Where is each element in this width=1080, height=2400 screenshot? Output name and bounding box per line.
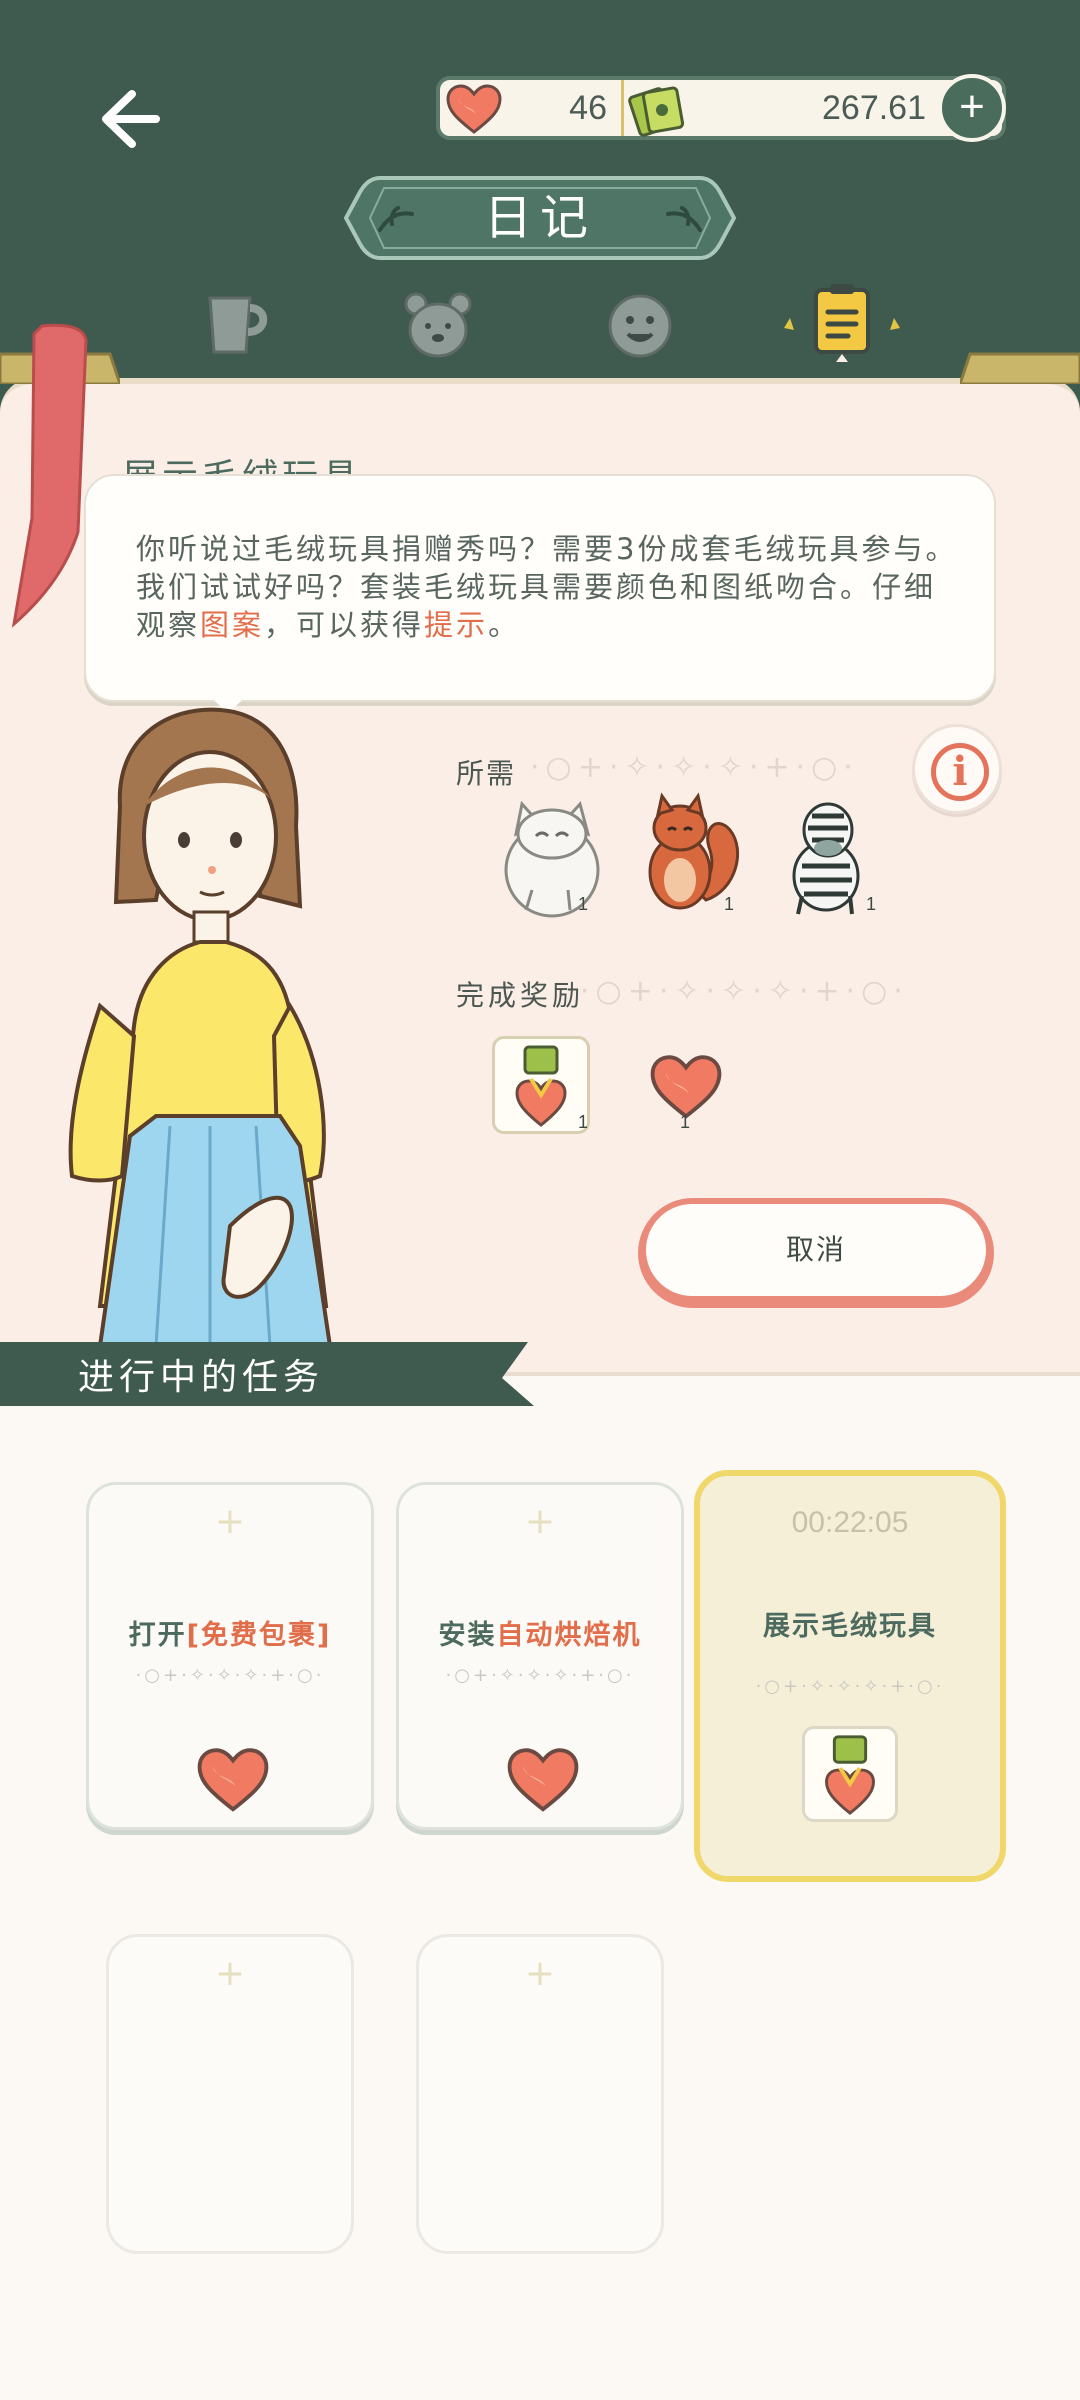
- card-ornament: +: [524, 1953, 556, 1994]
- card-label-prefix: 打开: [128, 1620, 187, 1651]
- item-qty: 1: [578, 894, 589, 914]
- info-button[interactable]: i: [912, 724, 1002, 814]
- card-label: 安装自动烘焙机: [399, 1613, 681, 1652]
- character-girl: [68, 707, 333, 1346]
- cancel-button[interactable]: 取消: [638, 1198, 994, 1308]
- card-ornament: +: [214, 1501, 246, 1542]
- tab-bar: [0, 280, 1080, 362]
- card-ornament: +: [214, 1953, 246, 1994]
- required-label: 所需: [456, 757, 517, 790]
- sparkle-divider: ·○+·✧·✧·✧·+·○·: [580, 974, 909, 1009]
- heart-icon: [446, 84, 502, 134]
- card-label-highlight: [免费包裹]: [186, 1620, 332, 1651]
- task-card[interactable]: + 打开[免费包裹] ·○+·✧·✧·✧·+·○·: [86, 1482, 374, 1830]
- task-description: 你听说过毛绒玩具捐赠秀吗？需要3份成套毛绒玩具参与。我们试试好吗？套装毛绒玩具需…: [136, 530, 966, 644]
- desc-highlight-hint: 提示: [424, 608, 489, 642]
- in-progress-label: 进行中的任务: [78, 1357, 325, 1398]
- item-qty: 1: [724, 894, 735, 914]
- money-icon: [628, 86, 685, 137]
- empty-task-slot: +: [416, 1934, 664, 2254]
- heart-gift-badge-icon: [825, 1735, 875, 1816]
- money-count: 267.61: [822, 88, 926, 127]
- tab-diary[interactable]: [772, 280, 912, 370]
- bookmark-ribbon: [12, 323, 88, 628]
- empty-task-slot: +: [106, 1934, 354, 2254]
- tab-face[interactable]: [600, 290, 680, 360]
- task-card[interactable]: + 安装自动烘焙机 ·○+·✧·✧·✧·+·○·: [396, 1482, 684, 1830]
- card-label: 打开[免费包裹]: [89, 1613, 371, 1652]
- heart-count: 46: [569, 88, 607, 127]
- task-timer: 00:22:05: [791, 1506, 909, 1539]
- card-label-highlight: 自动烘焙机: [496, 1620, 642, 1651]
- heart-gift-badge-icon: [515, 1045, 567, 1127]
- money-counter: 267.61 +: [624, 74, 1006, 142]
- reward-label: 完成奖励: [456, 979, 585, 1012]
- cancel-label: 取消: [646, 1204, 986, 1296]
- reward-qty: 1: [680, 1112, 691, 1132]
- desc-text-3: 。: [488, 608, 521, 642]
- heart-icon: [507, 1748, 579, 1812]
- reward-qty: 1: [578, 1112, 589, 1132]
- tab-bear[interactable]: [398, 290, 478, 360]
- card-sparkle: ·○+·✧·✧·✧·+·○·: [445, 1665, 635, 1686]
- tab-cup[interactable]: [196, 290, 276, 360]
- task-description-bubble: 你听说过毛绒玩具捐赠秀吗？需要3份成套毛绒玩具参与。我们试试好吗？套装毛绒玩具需…: [84, 474, 996, 702]
- card-reward-slot: [802, 1726, 898, 1822]
- page-title: 日记: [483, 190, 596, 246]
- card-ornament: +: [524, 1501, 556, 1542]
- currency-bar: 46 267.61 +: [436, 74, 1006, 142]
- top-bar: 46 267.61 + 日记: [0, 0, 1080, 362]
- task-card-active[interactable]: 00:22:05 展示毛绒玩具 ·○+·✧·✧·✧·+·○·: [694, 1470, 1006, 1882]
- card-label-prefix: 安装: [438, 1620, 497, 1651]
- reward-badge-slot: [492, 1036, 590, 1134]
- add-currency-button[interactable]: +: [938, 74, 1006, 142]
- heart-icon: [197, 1748, 269, 1812]
- card-sparkle: ·○+·✧·✧·✧·+·○·: [135, 1665, 325, 1686]
- card-sparkle: ·○+·✧·✧·✧·+·○·: [755, 1676, 945, 1697]
- back-arrow-icon[interactable]: [92, 82, 166, 156]
- desc-text-2: ，可以获得: [264, 608, 425, 642]
- item-qty: 1: [866, 894, 877, 914]
- heart-counter: 46: [440, 80, 624, 136]
- info-icon: i: [931, 743, 989, 801]
- sparkle-divider: ·○+·✧·✧·✧·+·○·: [530, 750, 859, 785]
- desc-highlight-pattern: 图案: [200, 608, 265, 642]
- white-cat-plush-icon: [504, 800, 600, 918]
- corner-decoration-right: [960, 352, 1080, 384]
- card-label: 展示毛绒玩具: [763, 1611, 937, 1642]
